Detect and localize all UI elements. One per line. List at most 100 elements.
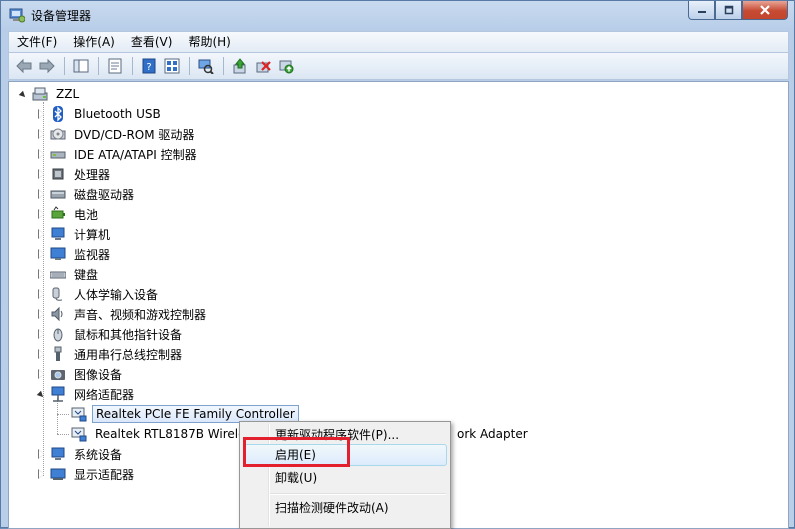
network-adapter-item[interactable]: Realtek RTL8187B Wirele ork Adapter — [71, 425, 528, 443]
expand-toggle[interactable] — [37, 208, 46, 219]
tree-item-label: 处理器 — [74, 167, 111, 182]
ctx-uninstall[interactable]: 卸载(U) — [243, 467, 447, 489]
usb-icon — [54, 346, 62, 361]
forward-arrow-icon — [39, 58, 55, 74]
enable-button[interactable] — [275, 55, 297, 77]
tree-item-label: 计算机 — [74, 227, 111, 242]
tree-category-item[interactable]: 磁盘驱动器 — [37, 185, 137, 203]
expand-toggle[interactable] — [37, 328, 46, 339]
view-button[interactable] — [161, 55, 183, 77]
tree-root-label: ZZL — [56, 87, 80, 101]
expand-toggle[interactable] — [37, 128, 46, 139]
back-button[interactable] — [13, 55, 35, 77]
tree-category-item[interactable]: 监视器 — [37, 245, 113, 263]
computer-root-icon — [32, 87, 48, 101]
expand-toggle[interactable] — [37, 468, 46, 479]
tree-connector — [57, 398, 58, 434]
help-icon: ? — [142, 58, 156, 74]
tree-category-item[interactable]: Bluetooth USB — [37, 105, 164, 123]
disk-drive-icon — [50, 190, 66, 199]
expand-toggle[interactable] — [37, 288, 46, 299]
tree-item-label: 键盘 — [74, 267, 99, 282]
update-driver-icon — [233, 58, 246, 74]
tree-item-label: 网络适配器 — [74, 387, 135, 402]
tree-item-label: DVD/CD-ROM 驱动器 — [74, 127, 195, 142]
expand-toggle[interactable] — [37, 368, 46, 379]
tree-item-label: 人体学输入设备 — [74, 287, 159, 302]
tree-item-label: 电池 — [74, 207, 99, 222]
collapse-toggle[interactable] — [19, 90, 28, 99]
collapse-toggle[interactable] — [37, 390, 46, 399]
expand-toggle[interactable] — [37, 268, 46, 279]
expand-toggle[interactable] — [37, 108, 46, 119]
enable-highlight-box — [243, 437, 350, 467]
device-manager-window: 设备管理器 文件(F) 操作(A) 查看(V) 帮助(H) ? ZZL Blue… — [0, 0, 795, 529]
menu-action[interactable]: 操作(A) — [65, 32, 123, 52]
tree-category-item[interactable]: 显示适配器 — [37, 465, 137, 483]
expand-toggle[interactable] — [37, 168, 46, 179]
expand-toggle[interactable] — [37, 228, 46, 239]
close-button[interactable] — [742, 1, 788, 20]
expand-toggle[interactable] — [37, 308, 46, 319]
forward-button[interactable] — [36, 55, 58, 77]
uninstall-button[interactable] — [252, 55, 274, 77]
view-grid-icon — [164, 58, 180, 74]
tree-category-item[interactable]: DVD/CD-ROM 驱动器 — [37, 125, 197, 143]
tree-category-item[interactable]: 人体学输入设备 — [37, 285, 161, 303]
tree-item-label: Bluetooth USB — [74, 107, 161, 121]
caption-buttons — [688, 1, 788, 21]
minimize-button[interactable] — [688, 1, 715, 20]
sound-icon — [51, 306, 63, 322]
expand-toggle[interactable] — [37, 348, 46, 359]
keyboard-icon — [50, 271, 66, 279]
tree-category-item[interactable]: 电池 — [37, 205, 101, 223]
title-bar[interactable]: 设备管理器 — [1, 1, 794, 29]
tree-category-item[interactable]: 鼠标和其他指针设备 — [37, 325, 185, 343]
tree-category-item[interactable]: 键盘 — [37, 265, 101, 283]
imaging-icon — [51, 370, 65, 380]
properties-button[interactable] — [104, 55, 126, 77]
tree-item-label: 鼠标和其他指针设备 — [74, 327, 183, 342]
help-button[interactable]: ? — [138, 55, 160, 77]
ctx-scan-hardware[interactable]: 扫描检测硬件改动(A) — [243, 497, 447, 519]
menu-view[interactable]: 查看(V) — [123, 32, 181, 52]
tree-category-item[interactable]: IDE ATA/ATAPI 控制器 — [37, 145, 200, 163]
update-driver-button[interactable] — [229, 55, 251, 77]
scan-hardware-button[interactable] — [195, 55, 217, 77]
expand-toggle[interactable] — [37, 148, 46, 159]
hid-icon — [52, 287, 63, 301]
tree-category-item[interactable]: 图像设备 — [37, 365, 125, 383]
tree-root[interactable]: ZZL — [19, 85, 82, 103]
expand-toggle[interactable] — [37, 188, 46, 199]
monitor-icon — [50, 247, 66, 260]
tree-category-item[interactable]: 计算机 — [37, 225, 113, 243]
tree-item-label: 监视器 — [74, 247, 111, 262]
network-adapter-item-tail: ork Adapter — [457, 427, 528, 441]
tree-item-label: 显示适配器 — [74, 467, 135, 482]
tree-item-label: 磁盘驱动器 — [74, 187, 135, 202]
toolbar: ? — [8, 53, 789, 80]
tree-item-label: 通用串行总线控制器 — [74, 347, 183, 362]
tree-category-item[interactable]: 声音、视频和游戏控制器 — [37, 305, 209, 323]
tree-category-item[interactable]: 处理器 — [37, 165, 113, 183]
display-adapter-icon — [50, 468, 66, 480]
close-icon — [760, 5, 770, 15]
network-card-icon — [71, 427, 87, 442]
tree-category-item[interactable]: 系统设备 — [37, 445, 125, 463]
network-icon — [51, 386, 65, 402]
expand-toggle[interactable] — [37, 248, 46, 259]
show-hide-console-tree-button[interactable] — [70, 55, 92, 77]
toolbar-divider — [189, 57, 190, 75]
menu-help[interactable]: 帮助(H) — [180, 32, 238, 52]
menu-file[interactable]: 文件(F) — [9, 32, 65, 52]
expand-toggle[interactable] — [37, 448, 46, 459]
tree-category-item[interactable]: 网络适配器 — [37, 385, 137, 403]
tree-category-item[interactable]: 通用串行总线控制器 — [37, 345, 185, 363]
window-title: 设备管理器 — [31, 9, 92, 23]
properties-icon — [108, 58, 122, 74]
network-card-icon — [71, 407, 87, 422]
ide-controller-icon — [50, 151, 66, 159]
device-manager-icon — [9, 8, 25, 23]
battery-icon — [51, 206, 65, 219]
maximize-button[interactable] — [715, 1, 742, 20]
